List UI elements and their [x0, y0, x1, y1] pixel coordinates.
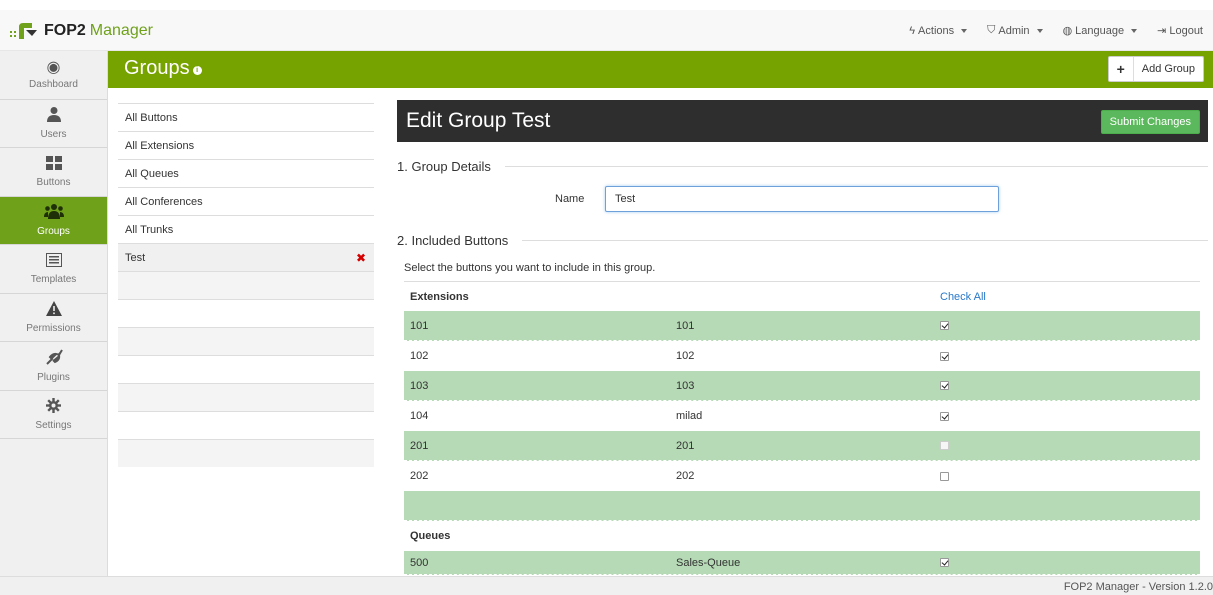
- extensions-header-row: Extensions Check All: [404, 281, 1200, 311]
- sidebar-item-settings[interactable]: Settings: [0, 391, 107, 439]
- sidebar-item-templates[interactable]: Templates: [0, 245, 107, 294]
- fop2-logo-icon: [10, 21, 38, 41]
- include-checkbox[interactable]: [940, 441, 949, 450]
- brand-manager: Manager: [89, 22, 153, 39]
- chevron-down-icon: [961, 28, 968, 33]
- info-icon[interactable]: i: [192, 65, 202, 75]
- group-item-all-buttons[interactable]: All Buttons: [118, 103, 374, 131]
- shield-icon: ⛉: [987, 24, 996, 36]
- gear-icon: [46, 397, 61, 418]
- brand-name: FOP2: [44, 22, 86, 39]
- table-row: 101 101: [404, 311, 1200, 341]
- included-buttons-legend: 2. Included Buttons: [397, 233, 1208, 248]
- group-list-empty-row: [118, 327, 374, 355]
- queues-header: Queues: [410, 530, 451, 542]
- group-list-empty-row: [118, 383, 374, 411]
- table-row: 102 102: [404, 341, 1200, 371]
- add-group-button[interactable]: + Add Group: [1107, 56, 1204, 82]
- page-header: Groups i + Add Group: [108, 51, 1213, 88]
- chevron-down-icon: [1036, 28, 1043, 33]
- top-nav-menu: ϟ Actions ⛉ Admin ◍ Language ⇥ Logout: [899, 10, 1213, 51]
- group-list-empty-row: [118, 271, 374, 299]
- check-all-link[interactable]: Check All: [940, 291, 986, 303]
- group-list-empty-row: [118, 439, 374, 467]
- delete-icon[interactable]: ✖: [356, 251, 366, 265]
- logout-icon: ⇥: [1157, 25, 1167, 37]
- group-item-all-trunks[interactable]: All Trunks: [118, 215, 374, 243]
- plug-icon: [45, 349, 63, 370]
- include-checkbox[interactable]: [940, 321, 949, 330]
- table-row: 500 Sales-Queue: [404, 551, 1200, 575]
- table-row: 103 103: [404, 371, 1200, 401]
- table-row: 201 201: [404, 431, 1200, 461]
- group-list-empty-row: [118, 411, 374, 439]
- queues-header-row: Queues: [404, 521, 1200, 551]
- group-icon: [43, 203, 64, 224]
- logout-link[interactable]: ⇥ Logout: [1147, 24, 1213, 38]
- sidebar-item-plugins[interactable]: Plugins: [0, 342, 107, 391]
- sidebar-item-groups[interactable]: Groups: [0, 196, 107, 245]
- sidebar-item-permissions[interactable]: Permissions: [0, 294, 107, 342]
- top-navbar: FOP2 Manager ϟ Actions ⛉ Admin ◍ Languag…: [0, 10, 1213, 51]
- include-checkbox[interactable]: [940, 558, 949, 567]
- group-list-empty-row: [118, 299, 374, 327]
- chevron-down-icon: [1131, 28, 1138, 33]
- plus-icon: +: [1109, 57, 1134, 81]
- sidebar: ◉ Dashboard Users Buttons Groups Templat…: [0, 51, 108, 576]
- buttons-table: Extensions Check All 101 101 102 102 103…: [404, 281, 1200, 575]
- group-item-all-queues[interactable]: All Queues: [118, 159, 374, 187]
- submit-changes-button[interactable]: Submit Changes: [1100, 110, 1200, 134]
- table-row: 104 milad: [404, 401, 1200, 431]
- name-input[interactable]: Test: [605, 186, 999, 212]
- extensions-header: Extensions: [410, 290, 469, 303]
- globe-icon: ◍: [1062, 25, 1073, 37]
- include-checkbox[interactable]: [940, 381, 949, 390]
- sidebar-item-buttons[interactable]: Buttons: [0, 148, 107, 197]
- group-item-test[interactable]: Test ✖: [118, 243, 374, 271]
- group-item-all-extensions[interactable]: All Extensions: [118, 131, 374, 159]
- footer: FOP2 Manager - Version 1.2.0: [0, 576, 1213, 595]
- table-row: 202 202: [404, 461, 1200, 491]
- brand[interactable]: FOP2 Manager: [10, 20, 153, 42]
- user-icon: [46, 106, 61, 127]
- help-text: Select the buttons you want to include i…: [404, 262, 656, 274]
- bolt-icon: ϟ: [909, 24, 916, 37]
- include-checkbox[interactable]: [940, 471, 949, 481]
- dashboard-icon: ◉: [46, 59, 61, 77]
- name-label: Name: [555, 193, 585, 205]
- warning-icon: [45, 300, 62, 321]
- edit-group-header: Edit Group Test Submit Changes: [397, 100, 1208, 142]
- group-item-all-conferences[interactable]: All Conferences: [118, 187, 374, 215]
- grid-icon: [45, 155, 62, 175]
- edit-group-title: Edit Group Test: [406, 109, 551, 132]
- group-list: All Buttons All Extensions All Queues Al…: [118, 103, 374, 467]
- include-checkbox[interactable]: [940, 351, 949, 361]
- template-icon: [45, 252, 62, 272]
- sidebar-item-users[interactable]: Users: [0, 100, 107, 148]
- table-row-empty: [404, 491, 1200, 521]
- version-text: FOP2 Manager - Version 1.2.0: [1063, 581, 1213, 593]
- page-title: Groups i: [124, 57, 202, 80]
- actions-menu[interactable]: ϟ Actions: [899, 25, 977, 37]
- admin-menu[interactable]: ⛉ Admin: [977, 24, 1052, 37]
- language-menu[interactable]: ◍ Language: [1053, 24, 1148, 37]
- sidebar-item-dashboard[interactable]: ◉ Dashboard: [0, 51, 107, 100]
- group-list-empty-row: [118, 355, 374, 383]
- include-checkbox[interactable]: [940, 411, 949, 421]
- group-details-legend: 1. Group Details: [397, 159, 1208, 174]
